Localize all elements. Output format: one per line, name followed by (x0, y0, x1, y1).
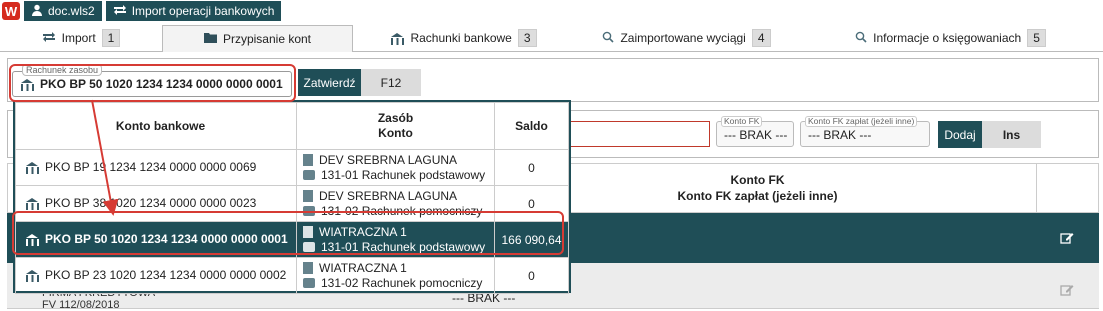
annotation-arrow (91, 99, 119, 216)
